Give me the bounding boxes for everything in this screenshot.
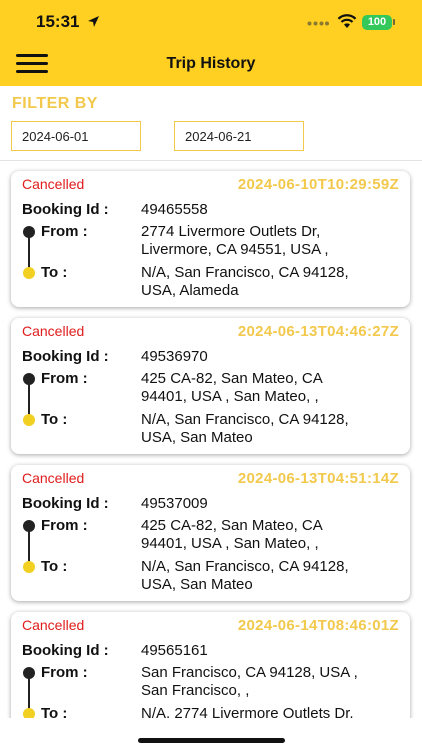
battery-tip [393, 19, 395, 25]
from-label: From : [41, 223, 88, 240]
to-address-line: USA, Alameda [141, 282, 239, 299]
from-label: From : [41, 370, 88, 387]
to-address-line: N/A, San Francisco, CA 94128, [141, 558, 349, 575]
trip-datetime: 2024-06-13T04:51:14Z [237, 470, 399, 487]
from-address: 2774 Livermore Outlets Dr, Livermore, CA … [141, 223, 403, 259]
trip-datetime: 2024-06-13T04:46:27Z [237, 323, 399, 340]
bottom-safe-area [0, 718, 422, 750]
wifi-icon [337, 14, 357, 28]
route-line [28, 675, 30, 711]
from-address-line: 2774 Livermore Outlets Dr, [141, 223, 321, 240]
route-line [28, 234, 30, 270]
from-address: 425 CA-82, San Mateo, CA 94401, USA , San… [141, 370, 403, 406]
to-date-input[interactable] [174, 121, 304, 151]
home-indicator[interactable] [138, 738, 285, 743]
to-label: To : [41, 264, 68, 281]
trip-status: Cancelled [22, 470, 85, 486]
from-address-line: Livermore, CA 94551, USA , [141, 241, 329, 258]
from-address: 425 CA-82, San Mateo, CA 94401, USA , San… [141, 517, 403, 553]
trip-status: Cancelled [22, 617, 85, 633]
status-time: 15:31 [36, 12, 80, 31]
location-arrow-icon [88, 16, 99, 27]
to-address: N/A, San Francisco, CA 94128, USA, Alamed… [141, 264, 403, 300]
page-title: Trip History [166, 55, 256, 72]
to-address-line: USA, San Mateo [141, 429, 253, 446]
trip-datetime: 2024-06-14T08:46:01Z [237, 617, 399, 634]
to-address: N/A, San Francisco, CA 94128, USA, San Ma… [141, 558, 403, 594]
route-end-dot-icon [23, 414, 35, 426]
booking-id-value: 49536970 [141, 348, 208, 365]
booking-id-label: Booking Id : [22, 348, 109, 365]
to-address-line: N/A, San Francisco, CA 94128, [141, 264, 349, 281]
to-label: To : [41, 411, 68, 428]
trip-card[interactable]: Cancelled 2024-06-10T10:29:59Z Booking I… [11, 171, 410, 307]
booking-id-label: Booking Id : [22, 495, 109, 512]
signal-dots-icon [307, 21, 329, 26]
trip-status: Cancelled [22, 323, 85, 339]
from-address-line: San Francisco, CA 94128, USA , [141, 664, 358, 681]
booking-id-value: 49565161 [141, 642, 208, 659]
app-header: 15:31 100 Trip History [0, 0, 422, 86]
booking-id-label: Booking Id : [22, 642, 109, 659]
from-address-line: San Francisco, , [141, 682, 250, 699]
booking-id-value: 49465558 [141, 201, 208, 218]
route-end-dot-icon [23, 267, 35, 279]
from-address-line: 425 CA-82, San Mateo, CA [141, 370, 323, 387]
filter-label: FILTER BY [12, 95, 98, 112]
to-address-line: USA, San Mateo [141, 576, 253, 593]
from-address-line: 94401, USA , San Mateo, , [141, 535, 319, 552]
to-label: To : [41, 558, 68, 575]
trip-card[interactable]: Cancelled 2024-06-13T04:51:14Z Booking I… [11, 465, 410, 601]
to-address-line: N/A, San Francisco, CA 94128, [141, 411, 349, 428]
trip-datetime: 2024-06-10T10:29:59Z [237, 176, 399, 193]
from-address-line: 425 CA-82, San Mateo, CA [141, 517, 323, 534]
trip-status: Cancelled [22, 176, 85, 192]
from-address-line: 94401, USA , San Mateo, , [141, 388, 319, 405]
booking-id-value: 49537009 [141, 495, 208, 512]
trip-card[interactable]: Cancelled 2024-06-13T04:46:27Z Booking I… [11, 318, 410, 454]
from-label: From : [41, 517, 88, 534]
route-end-dot-icon [23, 561, 35, 573]
to-address: N/A, San Francisco, CA 94128, USA, San Ma… [141, 411, 403, 447]
battery-icon: 100 [362, 15, 392, 30]
from-date-input[interactable] [11, 121, 141, 151]
booking-id-label: Booking Id : [22, 201, 109, 218]
from-address: San Francisco, CA 94128, USA , San Franci… [141, 664, 403, 700]
route-line [28, 528, 30, 564]
divider [0, 160, 422, 161]
route-line [28, 381, 30, 417]
from-label: From : [41, 664, 88, 681]
